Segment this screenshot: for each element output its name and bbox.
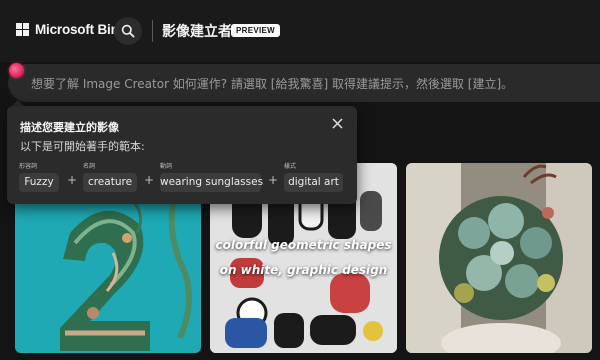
preview-badge: PREVIEW [231, 24, 280, 37]
plus-sign: + [67, 173, 78, 187]
chip-noun[interactable]: creature [83, 173, 137, 192]
chip-verb[interactable]: wearing sunglasses [160, 173, 263, 192]
tooltip-title: 描述您要建立的影像 [20, 121, 119, 134]
chip-style[interactable]: digital art [284, 173, 343, 192]
chip-label-adjective: 形容詞 [19, 163, 38, 170]
gallery-image-3[interactable] [406, 163, 592, 353]
header-divider [152, 20, 153, 42]
prompt-placeholder: 想要了解 Image Creator 如何運作? 請選取 [給我驚喜] 取得建議… [31, 77, 514, 91]
tooltip-subtitle: 以下是可開始著手的範本: [20, 140, 145, 153]
chip-label-verb: 動詞 [160, 163, 173, 170]
chip-label-style: 樣式 [284, 163, 297, 170]
brand-link[interactable]: Microsoft Bing [16, 22, 127, 37]
plus-sign: + [268, 173, 279, 187]
page-title: 影像建立者 [162, 24, 232, 40]
image-caption-line-2: on white, graphic design [219, 263, 388, 277]
chip-label-noun: 名詞 [83, 163, 96, 170]
plus-sign: + [144, 173, 155, 187]
gallery-image-3-art [406, 163, 592, 353]
chip-adjective[interactable]: Fuzzy [19, 173, 59, 192]
close-icon [331, 117, 343, 129]
image-caption-line-1: colorful geometric shapes [215, 238, 392, 252]
tooltip-close-button[interactable] [330, 116, 344, 130]
brand-name: Microsoft Bing [35, 22, 127, 37]
prompt-indicator-icon [9, 63, 24, 78]
microsoft-logo-icon [16, 23, 29, 36]
search-icon [121, 24, 135, 38]
search-button[interactable] [114, 17, 142, 45]
